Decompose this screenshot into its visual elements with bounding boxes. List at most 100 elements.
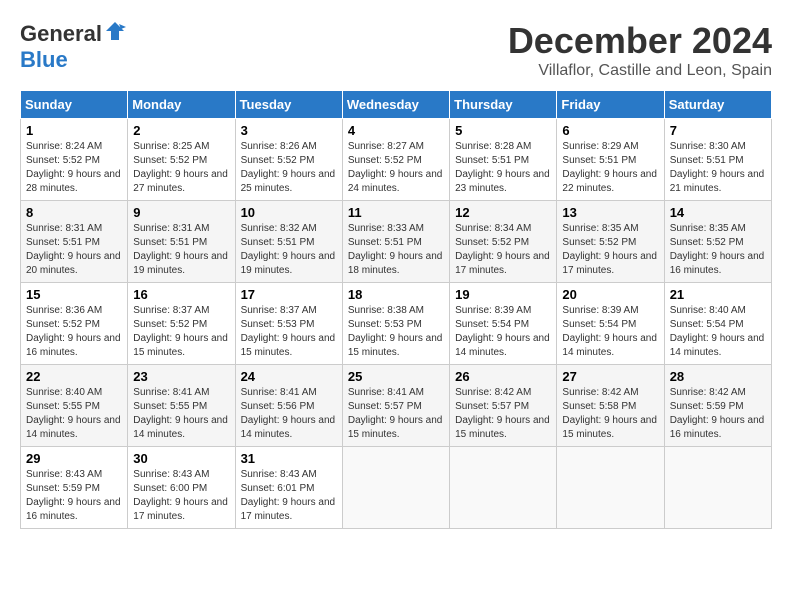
day-info: Sunrise: 8:40 AM Sunset: 5:54 PM Dayligh… (670, 304, 766, 360)
day-info: Sunrise: 8:26 AM Sunset: 5:52 PM Dayligh… (241, 140, 337, 196)
day-number: 16 (133, 287, 229, 302)
calendar-cell: 15 Sunrise: 8:36 AM Sunset: 5:52 PM Dayl… (21, 283, 128, 365)
day-info: Sunrise: 8:43 AM Sunset: 6:01 PM Dayligh… (241, 468, 337, 524)
logo: General Blue (20, 20, 126, 73)
day-info: Sunrise: 8:24 AM Sunset: 5:52 PM Dayligh… (26, 140, 122, 196)
day-number: 9 (133, 205, 229, 220)
day-info: Sunrise: 8:31 AM Sunset: 5:51 PM Dayligh… (26, 222, 122, 278)
day-info: Sunrise: 8:25 AM Sunset: 5:52 PM Dayligh… (133, 140, 229, 196)
header: General Blue December 2024 Villaflor, Ca… (20, 20, 772, 80)
day-info: Sunrise: 8:42 AM Sunset: 5:58 PM Dayligh… (562, 386, 658, 442)
day-info: Sunrise: 8:43 AM Sunset: 5:59 PM Dayligh… (26, 468, 122, 524)
day-info: Sunrise: 8:40 AM Sunset: 5:55 PM Dayligh… (26, 386, 122, 442)
calendar-cell: 22 Sunrise: 8:40 AM Sunset: 5:55 PM Dayl… (21, 365, 128, 447)
day-info: Sunrise: 8:34 AM Sunset: 5:52 PM Dayligh… (455, 222, 551, 278)
day-number: 30 (133, 451, 229, 466)
day-number: 1 (26, 123, 122, 138)
day-number: 29 (26, 451, 122, 466)
calendar-cell: 11 Sunrise: 8:33 AM Sunset: 5:51 PM Dayl… (342, 201, 449, 283)
col-header-monday: Monday (128, 91, 235, 119)
calendar-cell: 25 Sunrise: 8:41 AM Sunset: 5:57 PM Dayl… (342, 365, 449, 447)
calendar-cell: 24 Sunrise: 8:41 AM Sunset: 5:56 PM Dayl… (235, 365, 342, 447)
day-info: Sunrise: 8:39 AM Sunset: 5:54 PM Dayligh… (562, 304, 658, 360)
day-number: 8 (26, 205, 122, 220)
day-info: Sunrise: 8:42 AM Sunset: 5:57 PM Dayligh… (455, 386, 551, 442)
day-number: 5 (455, 123, 551, 138)
day-number: 14 (670, 205, 766, 220)
col-header-sunday: Sunday (21, 91, 128, 119)
day-number: 15 (26, 287, 122, 302)
calendar-cell: 7 Sunrise: 8:30 AM Sunset: 5:51 PM Dayli… (664, 119, 771, 201)
calendar-cell: 5 Sunrise: 8:28 AM Sunset: 5:51 PM Dayli… (450, 119, 557, 201)
day-number: 17 (241, 287, 337, 302)
day-number: 4 (348, 123, 444, 138)
calendar-cell (557, 447, 664, 529)
day-info: Sunrise: 8:41 AM Sunset: 5:57 PM Dayligh… (348, 386, 444, 442)
day-number: 18 (348, 287, 444, 302)
calendar-cell: 23 Sunrise: 8:41 AM Sunset: 5:55 PM Dayl… (128, 365, 235, 447)
day-number: 2 (133, 123, 229, 138)
calendar-cell: 21 Sunrise: 8:40 AM Sunset: 5:54 PM Dayl… (664, 283, 771, 365)
day-info: Sunrise: 8:39 AM Sunset: 5:54 PM Dayligh… (455, 304, 551, 360)
calendar-cell: 12 Sunrise: 8:34 AM Sunset: 5:52 PM Dayl… (450, 201, 557, 283)
day-number: 13 (562, 205, 658, 220)
calendar-cell (664, 447, 771, 529)
calendar-cell: 14 Sunrise: 8:35 AM Sunset: 5:52 PM Dayl… (664, 201, 771, 283)
day-number: 6 (562, 123, 658, 138)
calendar-cell: 6 Sunrise: 8:29 AM Sunset: 5:51 PM Dayli… (557, 119, 664, 201)
calendar-cell: 4 Sunrise: 8:27 AM Sunset: 5:52 PM Dayli… (342, 119, 449, 201)
day-number: 12 (455, 205, 551, 220)
day-info: Sunrise: 8:41 AM Sunset: 5:55 PM Dayligh… (133, 386, 229, 442)
calendar-cell: 16 Sunrise: 8:37 AM Sunset: 5:52 PM Dayl… (128, 283, 235, 365)
day-info: Sunrise: 8:30 AM Sunset: 5:51 PM Dayligh… (670, 140, 766, 196)
day-info: Sunrise: 8:37 AM Sunset: 5:52 PM Dayligh… (133, 304, 229, 360)
logo-blue-text: Blue (20, 47, 68, 73)
calendar-cell: 8 Sunrise: 8:31 AM Sunset: 5:51 PM Dayli… (21, 201, 128, 283)
col-header-wednesday: Wednesday (342, 91, 449, 119)
day-number: 25 (348, 369, 444, 384)
month-title: December 2024 (508, 20, 772, 62)
day-number: 10 (241, 205, 337, 220)
day-info: Sunrise: 8:37 AM Sunset: 5:53 PM Dayligh… (241, 304, 337, 360)
calendar-table: SundayMondayTuesdayWednesdayThursdayFrid… (20, 90, 772, 529)
day-info: Sunrise: 8:38 AM Sunset: 5:53 PM Dayligh… (348, 304, 444, 360)
calendar-cell: 2 Sunrise: 8:25 AM Sunset: 5:52 PM Dayli… (128, 119, 235, 201)
title-area: December 2024 Villaflor, Castille and Le… (508, 20, 772, 80)
day-info: Sunrise: 8:42 AM Sunset: 5:59 PM Dayligh… (670, 386, 766, 442)
day-number: 11 (348, 205, 444, 220)
calendar-cell: 19 Sunrise: 8:39 AM Sunset: 5:54 PM Dayl… (450, 283, 557, 365)
calendar-cell: 20 Sunrise: 8:39 AM Sunset: 5:54 PM Dayl… (557, 283, 664, 365)
day-number: 24 (241, 369, 337, 384)
logo-general-text: General (20, 21, 102, 47)
calendar-cell: 3 Sunrise: 8:26 AM Sunset: 5:52 PM Dayli… (235, 119, 342, 201)
day-info: Sunrise: 8:36 AM Sunset: 5:52 PM Dayligh… (26, 304, 122, 360)
location-title: Villaflor, Castille and Leon, Spain (508, 62, 772, 80)
day-number: 22 (26, 369, 122, 384)
col-header-thursday: Thursday (450, 91, 557, 119)
day-number: 26 (455, 369, 551, 384)
day-number: 19 (455, 287, 551, 302)
logo-bird-icon (104, 20, 126, 42)
calendar-cell: 28 Sunrise: 8:42 AM Sunset: 5:59 PM Dayl… (664, 365, 771, 447)
calendar-cell: 13 Sunrise: 8:35 AM Sunset: 5:52 PM Dayl… (557, 201, 664, 283)
day-number: 27 (562, 369, 658, 384)
day-info: Sunrise: 8:32 AM Sunset: 5:51 PM Dayligh… (241, 222, 337, 278)
calendar-cell: 9 Sunrise: 8:31 AM Sunset: 5:51 PM Dayli… (128, 201, 235, 283)
day-number: 7 (670, 123, 766, 138)
day-number: 20 (562, 287, 658, 302)
day-info: Sunrise: 8:31 AM Sunset: 5:51 PM Dayligh… (133, 222, 229, 278)
day-info: Sunrise: 8:27 AM Sunset: 5:52 PM Dayligh… (348, 140, 444, 196)
col-header-tuesday: Tuesday (235, 91, 342, 119)
day-info: Sunrise: 8:41 AM Sunset: 5:56 PM Dayligh… (241, 386, 337, 442)
calendar-cell: 10 Sunrise: 8:32 AM Sunset: 5:51 PM Dayl… (235, 201, 342, 283)
day-info: Sunrise: 8:28 AM Sunset: 5:51 PM Dayligh… (455, 140, 551, 196)
day-number: 23 (133, 369, 229, 384)
day-info: Sunrise: 8:43 AM Sunset: 6:00 PM Dayligh… (133, 468, 229, 524)
calendar-cell: 29 Sunrise: 8:43 AM Sunset: 5:59 PM Dayl… (21, 447, 128, 529)
calendar-cell: 1 Sunrise: 8:24 AM Sunset: 5:52 PM Dayli… (21, 119, 128, 201)
col-header-saturday: Saturday (664, 91, 771, 119)
calendar-cell: 18 Sunrise: 8:38 AM Sunset: 5:53 PM Dayl… (342, 283, 449, 365)
calendar-cell: 17 Sunrise: 8:37 AM Sunset: 5:53 PM Dayl… (235, 283, 342, 365)
calendar-cell (450, 447, 557, 529)
col-header-friday: Friday (557, 91, 664, 119)
